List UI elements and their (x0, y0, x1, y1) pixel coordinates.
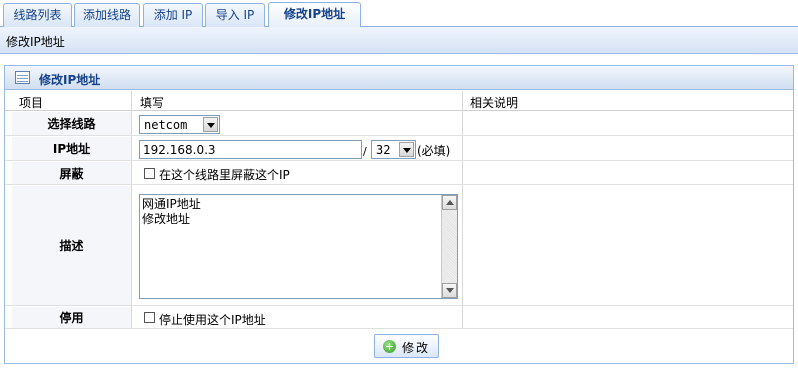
table-icon (15, 71, 30, 84)
scroll-down-icon[interactable] (442, 283, 457, 298)
ip-address-input[interactable]: 192.168.0.3 (139, 140, 362, 159)
row-select-line: 选择线路 netcom (5, 112, 793, 136)
label-select-line: 选择线路 (12, 112, 131, 135)
tab-import-ip[interactable]: 导入 IP (205, 3, 265, 27)
panel-title: 修改IP地址 (39, 73, 101, 87)
row-shield: 屏蔽 在这个线路里屏蔽这个IP (5, 162, 793, 185)
textarea-scrollbar[interactable] (441, 195, 457, 298)
description-text: 网通IP地址 修改地址 (142, 197, 201, 227)
add-circle-icon (383, 340, 396, 353)
shield-checkbox-label: 在这个线路里屏蔽这个IP (159, 168, 290, 182)
label-shield: 屏蔽 (12, 162, 131, 184)
line-select-value: netcom (144, 118, 188, 132)
scroll-up-icon[interactable] (442, 195, 457, 210)
row-disable: 停用 停止使用这个IP地址 (5, 307, 793, 329)
tab-add-line[interactable]: 添加线路 (74, 3, 140, 27)
ip-address-value: 192.168.0.3 (143, 143, 216, 157)
required-note: (必填) (417, 144, 451, 158)
line-select[interactable]: netcom (139, 115, 220, 134)
label-description: 描述 (12, 186, 131, 305)
tab-line-list[interactable]: 线路列表 (3, 3, 72, 27)
row-description: 描述 网通IP地址 修改地址 (5, 186, 793, 306)
tab-bar: 线路列表 添加线路 添加 IP 导入 IP 修改IP地址 (0, 0, 798, 27)
chevron-down-icon[interactable] (203, 117, 218, 132)
submit-edit-label: 修改 (402, 341, 431, 355)
disable-checkbox-label: 停止使用这个IP地址 (159, 313, 266, 327)
column-header-row: 项目 填写 相关说明 (5, 91, 793, 111)
description-line: 网通IP地址 (142, 197, 201, 211)
column-fill: 填写 (140, 96, 165, 110)
panel-header: 修改IP地址 (5, 66, 793, 90)
column-item: 项目 (19, 96, 44, 110)
label-ip-address: IP地址 (12, 137, 131, 160)
label-disable: 停用 (12, 307, 131, 328)
row-ip-address: IP地址 192.168.0.3 / 32 (必填) (5, 137, 793, 161)
ip-mask-separator: / (363, 145, 367, 158)
description-textarea[interactable]: 网通IP地址 修改地址 (139, 194, 458, 299)
disable-checkbox[interactable] (144, 312, 155, 323)
description-line: 修改地址 (142, 212, 191, 226)
mask-select[interactable]: 32 (371, 140, 416, 159)
page-title-bar: 修改IP地址 (0, 27, 798, 54)
mask-select-value: 32 (376, 143, 391, 157)
tab-add-ip[interactable]: 添加 IP (143, 3, 203, 27)
column-notes: 相关说明 (470, 96, 519, 110)
page-title: 修改IP地址 (6, 35, 65, 49)
edit-ip-panel: 修改IP地址 项目 填写 相关说明 选择线路 netcom IP地址 192.1… (4, 65, 794, 364)
tab-edit-ip[interactable]: 修改IP地址 (268, 2, 361, 27)
chevron-down-icon[interactable] (399, 142, 414, 157)
shield-checkbox[interactable] (144, 168, 155, 179)
submit-edit-button[interactable]: 修改 (374, 334, 439, 358)
